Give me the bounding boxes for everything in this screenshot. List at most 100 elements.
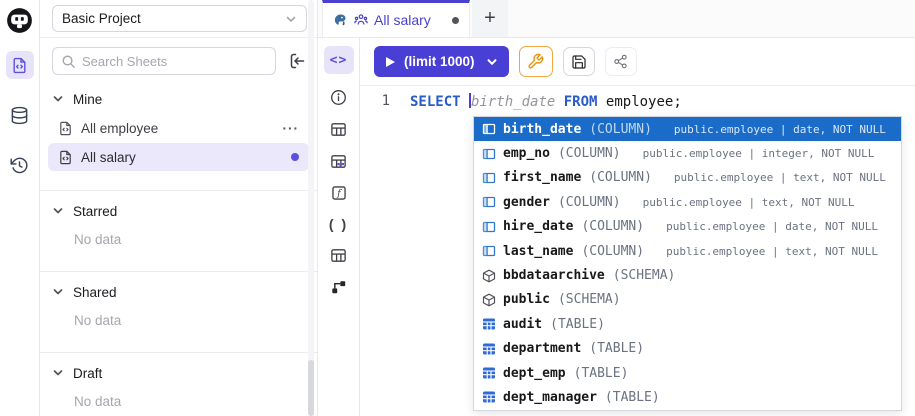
schema-diagram-icon[interactable]	[331, 279, 347, 295]
item-kind: (COLUMN)	[581, 219, 644, 234]
item-detail: public.employee | text, NOT NULL	[643, 196, 855, 209]
tab-all-salary[interactable]: All salary	[322, 0, 470, 37]
sql-keyword: FROM	[564, 94, 598, 110]
new-tab-button[interactable]: +	[472, 0, 508, 37]
search-sheets-input[interactable]	[82, 54, 267, 69]
column-icon	[482, 171, 496, 185]
code-icon: <>	[330, 53, 348, 68]
autocomplete-item[interactable]: dept_emp(TABLE)	[474, 361, 901, 385]
tab-bar: All salary +	[318, 0, 915, 38]
project-select-value: Basic Project	[62, 11, 141, 26]
save-icon	[571, 54, 587, 70]
panel-scrollbar[interactable]	[308, 0, 314, 416]
autocomplete-popup: birth_date (COLUMN) public.employee | date…	[473, 116, 902, 411]
autocomplete-item[interactable]: hire_date (COLUMN) public.employee | date,…	[474, 215, 901, 239]
table-icon	[482, 390, 496, 404]
sheet-code-icon	[11, 57, 28, 74]
chevron-down-icon	[52, 93, 64, 105]
item-detail: public.employee | integer, NOT NULL	[643, 147, 875, 160]
table-data-icon[interactable]	[330, 153, 347, 170]
code-text: SELECT birth_date FROM employee;	[410, 93, 682, 111]
search-box[interactable]	[52, 47, 276, 75]
save-sheet-button[interactable]	[563, 47, 595, 76]
section-mine-header[interactable]: Mine	[40, 85, 317, 113]
left-rail	[0, 0, 40, 416]
info-icon[interactable]	[330, 89, 347, 106]
item-kind: (TABLE)	[605, 390, 660, 405]
table-grid-icon[interactable]	[330, 121, 347, 138]
project-header: Basic Project	[40, 0, 317, 38]
item-name: birth_date	[503, 122, 581, 137]
function-icon[interactable]: f	[331, 185, 347, 201]
item-kind: (COLUMN)	[558, 146, 621, 161]
item-detail: public.employee | date, NOT NULL	[666, 220, 878, 233]
schema-icon	[482, 293, 496, 307]
section-starred: Starred No data	[40, 190, 317, 263]
sql-editor-app: Basic Project	[0, 0, 915, 416]
sheet-item-all-employee[interactable]: All employee ···	[48, 114, 309, 142]
section-label: Draft	[73, 366, 102, 381]
sheet-item-menu[interactable]: ···	[283, 121, 300, 136]
item-detail: public.employee | date, NOT NULL	[674, 123, 886, 136]
item-detail: public.employee | text, NOT NULL	[674, 171, 886, 184]
item-kind: (COLUMN)	[589, 122, 652, 137]
autocomplete-item[interactable]: emp_no (COLUMN) public.employee | integer,…	[474, 141, 901, 165]
share-sheet-button[interactable]	[605, 47, 637, 76]
table-grid-icon[interactable]	[330, 247, 347, 264]
item-name: bbdataarchive	[503, 268, 605, 283]
section-shared-header[interactable]: Shared	[40, 278, 317, 306]
sheets-nav-button[interactable]	[6, 51, 34, 79]
autocomplete-item[interactable]: dept_manager (TABLE)	[474, 385, 901, 409]
item-kind: (COLUMN)	[581, 244, 644, 259]
autocomplete-item[interactable]: gender (COLUMN) public.employee | text, NO…	[474, 190, 901, 214]
code-view-button[interactable]: <>	[324, 46, 354, 74]
run-query-button[interactable]: (limit 1000)	[374, 46, 509, 77]
schema-icon	[482, 269, 496, 283]
item-name: public	[503, 292, 550, 307]
parentheses-icon[interactable]: ( )	[329, 216, 348, 232]
section-label: Mine	[73, 92, 102, 107]
tab-label: All salary	[374, 12, 431, 28]
sql-code-editor[interactable]: 1 SELECT birth_date FROM employee; birth_…	[360, 86, 915, 416]
history-nav-button[interactable]	[6, 151, 34, 179]
item-name: emp_no	[503, 146, 550, 161]
project-select[interactable]: Basic Project	[52, 5, 307, 32]
section-label: Shared	[73, 285, 117, 300]
sheet-code-icon	[58, 121, 73, 136]
line-number: 1	[360, 93, 390, 111]
autocomplete-item[interactable]: last_name(COLUMN)public.employee | text,…	[474, 239, 901, 263]
main-body: <> f ( )	[318, 38, 915, 416]
import-sheet-button[interactable]	[285, 49, 309, 73]
main-area: All salary + <>	[318, 0, 915, 416]
format-sql-button[interactable]	[519, 46, 553, 77]
sheet-item-all-salary[interactable]: All salary	[48, 143, 309, 171]
item-name: hire_date	[503, 219, 573, 234]
item-name: gender	[503, 195, 550, 210]
chevron-down-icon[interactable]	[486, 56, 498, 68]
databases-nav-button[interactable]	[6, 101, 34, 129]
column-icon	[482, 147, 496, 161]
search-row	[40, 38, 317, 83]
autocomplete-item[interactable]: birth_date (COLUMN) public.employee | date…	[474, 117, 901, 141]
autocomplete-item[interactable]: audit(TABLE)	[474, 312, 901, 336]
item-kind: (COLUMN)	[558, 195, 621, 210]
autocomplete-item[interactable]: department(TABLE)	[474, 337, 901, 361]
section-shared: Shared No data	[40, 271, 317, 344]
unsaved-dot	[452, 17, 459, 24]
bytebase-logo[interactable]	[6, 7, 33, 34]
item-kind: (SCHEMA)	[558, 292, 621, 307]
autocomplete-item[interactable]: public (SCHEMA)	[474, 288, 901, 312]
section-mine: Mine All employee ···	[40, 85, 317, 182]
column-icon	[482, 244, 496, 258]
active-sheet-dot	[291, 153, 299, 161]
sheet-code-icon	[58, 150, 73, 165]
autocomplete-item[interactable]: first_name(COLUMN)public.employee | text…	[474, 166, 901, 190]
section-starred-header[interactable]: Starred	[40, 197, 317, 225]
section-draft-header[interactable]: Draft	[40, 359, 317, 387]
item-name: audit	[503, 317, 542, 332]
autocomplete-item[interactable]: bbdataarchive(SCHEMA)	[474, 263, 901, 287]
chevron-down-icon	[52, 286, 64, 298]
item-name: dept_manager	[503, 390, 597, 405]
search-icon	[61, 54, 76, 69]
people-group-icon	[354, 13, 368, 27]
